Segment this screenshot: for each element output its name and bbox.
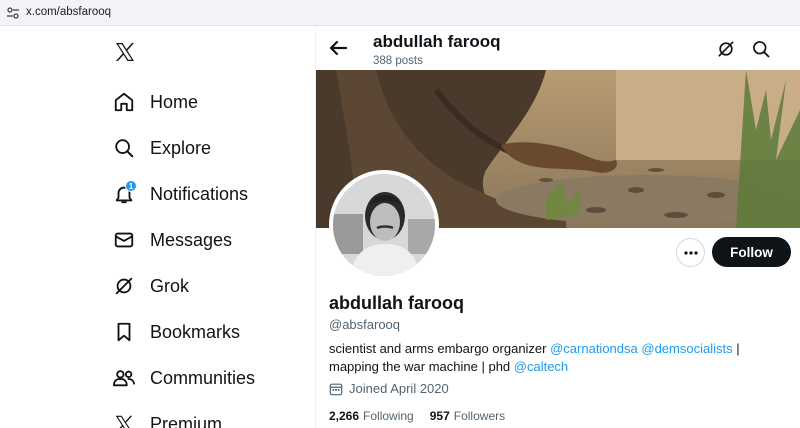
sidebar-item-explore[interactable]: Explore [108, 128, 211, 168]
sidebar-item-notifications[interactable]: 1 Notifications [108, 174, 248, 214]
notification-badge: 1 [125, 180, 137, 192]
sidebar-item-label: Communities [150, 367, 256, 388]
mention-link[interactable]: @caltech [514, 359, 568, 374]
more-options-button[interactable] [676, 238, 705, 267]
back-arrow-icon[interactable] [326, 36, 350, 60]
envelope-icon [108, 224, 140, 256]
sidebar-item-label: Messages [150, 229, 233, 250]
sidebar-item-label: Home [150, 91, 199, 112]
sidebar-item-label: Explore [150, 137, 212, 158]
profile-handle: @absfarooq [329, 317, 401, 332]
bookmark-icon [108, 316, 140, 348]
page-title: abdullah farooq [373, 32, 501, 51]
profile-bio: scientist and arms embargo organizer @ca… [329, 340, 769, 376]
sidebar-item-messages[interactable]: Messages [108, 220, 232, 260]
profile-column: abdullah farooq 388 posts Follow abdulla… [316, 26, 800, 428]
search-icon[interactable] [751, 39, 771, 59]
ellipsis-icon [683, 250, 698, 255]
sidebar-item-premium[interactable]: Premium [108, 404, 222, 428]
follow-stats: 2,266 Following 957 Followers [329, 409, 521, 423]
bell-icon: 1 [108, 178, 140, 210]
post-count: 388 posts [373, 55, 423, 67]
profile-header: abdullah farooq 388 posts [316, 26, 800, 70]
home-icon [108, 86, 140, 118]
url-text[interactable]: x.com/absfarooq [26, 6, 111, 18]
sidebar-item-label: Bookmarks [150, 321, 241, 342]
x-logo-icon[interactable] [113, 40, 137, 64]
site-settings-icon[interactable] [6, 6, 20, 20]
sidebar-item-communities[interactable]: Communities [108, 358, 255, 398]
calendar-icon [329, 383, 343, 395]
mention-link[interactable]: @carnationdsa [550, 341, 638, 356]
following-count: 2,266 [329, 409, 360, 423]
avatar[interactable] [329, 170, 439, 280]
followers-count: 957 [429, 409, 450, 423]
mention-link[interactable]: @demsocialists [641, 341, 732, 356]
grok-icon [108, 270, 140, 302]
sidebar-nav: Home Explore 1 Notifications Messages Gr… [0, 26, 316, 428]
following-label: Following [363, 409, 414, 423]
browser-address-bar[interactable]: x.com/absfarooq [0, 0, 800, 26]
joined-date: Joined April 2020 [329, 381, 449, 396]
x-logo-icon [108, 408, 140, 428]
sidebar-item-label: Premium [150, 413, 223, 428]
followers-link[interactable]: 957 Followers [430, 409, 505, 423]
sidebar-item-grok[interactable]: Grok [108, 266, 189, 306]
sidebar-item-bookmarks[interactable]: Bookmarks [108, 312, 240, 352]
grok-icon[interactable] [716, 39, 736, 59]
people-icon [108, 362, 140, 394]
followers-label: Followers [453, 409, 506, 423]
sidebar-item-label: Grok [150, 275, 190, 296]
following-link[interactable]: 2,266 Following [329, 409, 414, 423]
profile-name: abdullah farooq [329, 293, 464, 313]
follow-button[interactable]: Follow [712, 237, 791, 267]
bio-text: scientist and arms embargo organizer [329, 341, 551, 356]
joined-text: Joined April 2020 [349, 381, 449, 396]
sidebar-item-home[interactable]: Home [108, 82, 198, 122]
search-icon [108, 132, 140, 164]
sidebar-item-label: Notifications [150, 183, 249, 204]
